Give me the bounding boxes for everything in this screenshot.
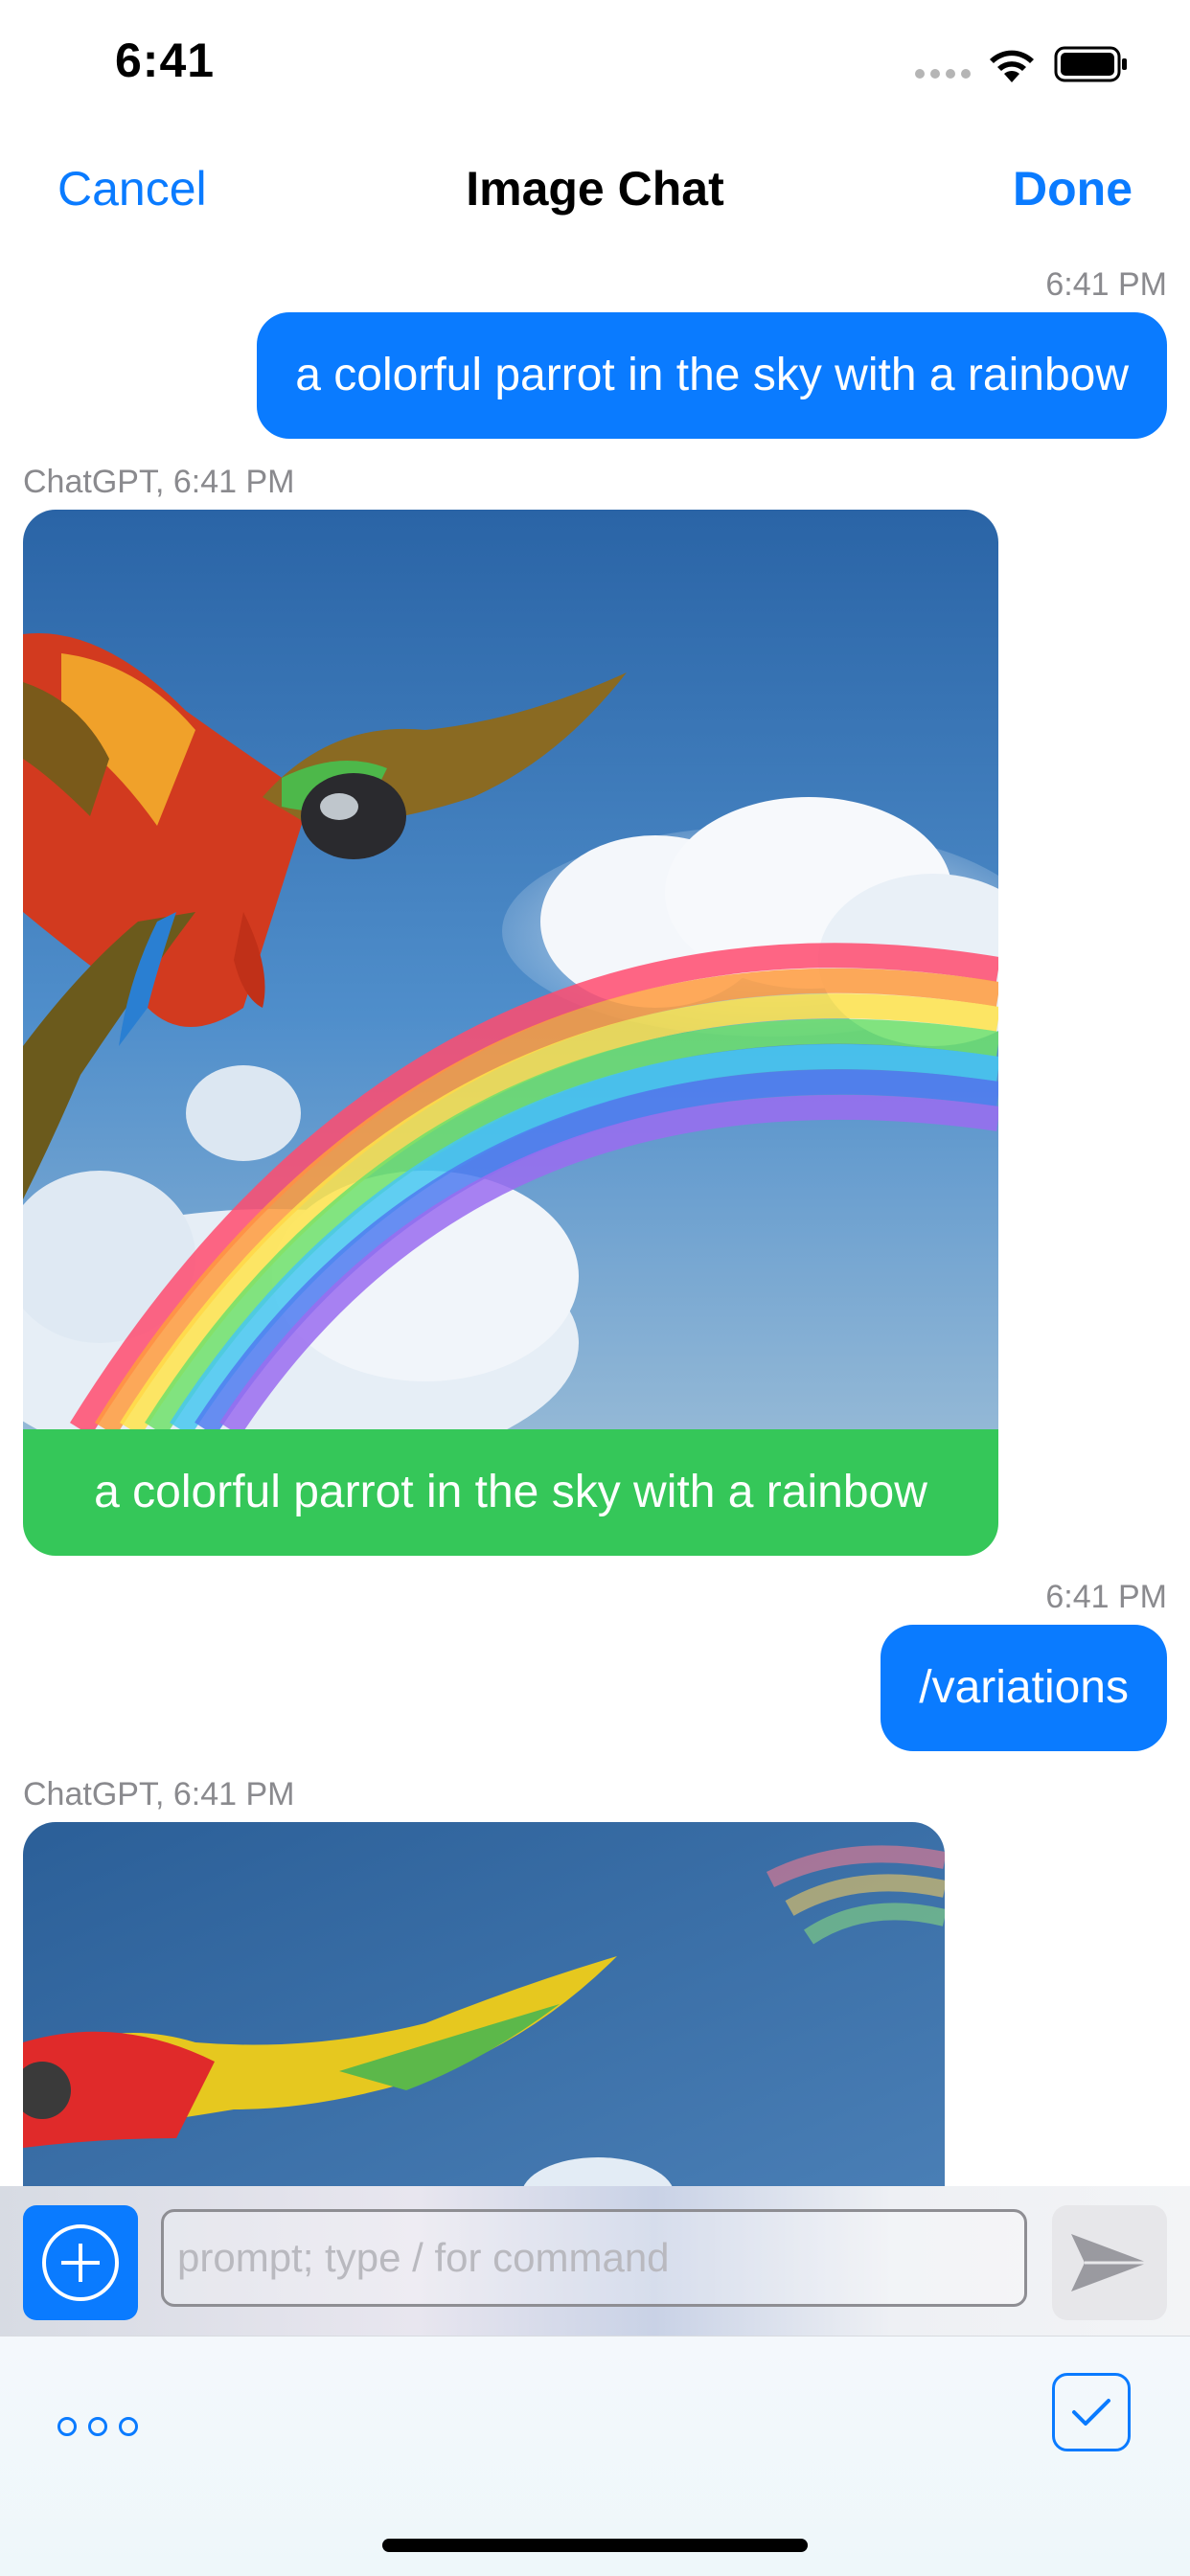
done-button[interactable]: Done (1013, 161, 1133, 217)
cellular-signal-icon (915, 69, 971, 80)
checkmark-icon (1072, 2399, 1110, 2426)
status-bar: 6:41 (0, 0, 1190, 125)
message-timestamp: 6:41 PM (1045, 1579, 1167, 1615)
prompt-input[interactable] (161, 2209, 1027, 2307)
plus-circle-icon (42, 2224, 119, 2301)
assistant-message-meta: ChatGPT, 6:41 PM (23, 464, 295, 500)
paper-plane-icon (1071, 2234, 1148, 2291)
send-button[interactable] (1052, 2205, 1167, 2320)
image-caption: a colorful parrot in the sky with a rain… (23, 1429, 998, 1556)
user-message-bubble[interactable]: /variations (881, 1625, 1167, 1751)
cancel-button[interactable]: Cancel (57, 161, 207, 217)
assistant-message-meta: ChatGPT, 6:41 PM (23, 1776, 295, 1812)
add-attachment-button[interactable] (23, 2205, 138, 2320)
status-time: 6:41 (115, 34, 216, 87)
message-timestamp: 6:41 PM (1045, 266, 1167, 303)
generated-image-variation[interactable] (23, 1822, 945, 2205)
wifi-icon (990, 50, 1034, 82)
confirm-button[interactable] (1052, 2373, 1131, 2451)
generated-image-card[interactable]: a colorful parrot in the sky with a rain… (23, 510, 998, 1556)
home-indicator[interactable] (382, 2539, 808, 2552)
generated-image-parrot-rainbow[interactable] (23, 510, 998, 1429)
ellipsis-icon[interactable] (54, 2407, 149, 2446)
navigation-bar: Image Chat Cancel Done (0, 144, 1190, 239)
battery-icon (1054, 46, 1127, 82)
message-composer (0, 2186, 1190, 2336)
user-message-bubble[interactable]: a colorful parrot in the sky with a rain… (257, 312, 1167, 439)
